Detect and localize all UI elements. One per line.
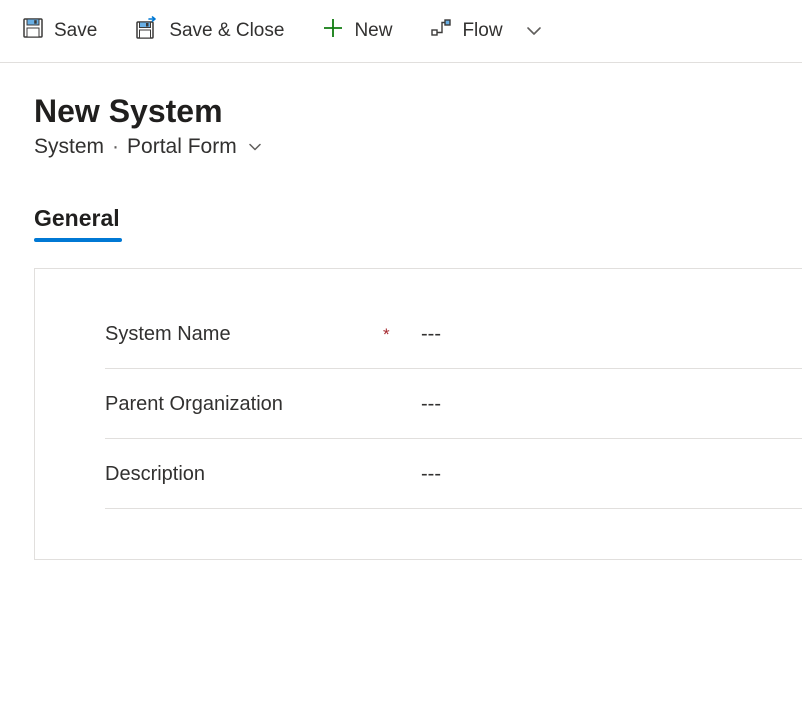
flow-label: Flow	[462, 20, 502, 42]
new-label: New	[354, 20, 392, 42]
tab-bar: General	[0, 167, 802, 242]
form-panel: System Name * --- Parent Organization --…	[34, 268, 802, 560]
save-close-icon	[135, 16, 159, 46]
form-selector[interactable]: System · Portal Form	[34, 135, 768, 159]
save-close-button[interactable]: Save & Close	[135, 16, 284, 46]
new-button[interactable]: New	[322, 17, 392, 45]
label-parent-organization: Parent Organization	[105, 393, 365, 416]
flow-icon	[430, 17, 452, 45]
save-label: Save	[54, 20, 97, 42]
save-close-label: Save & Close	[169, 20, 284, 42]
flow-chevron-icon[interactable]	[525, 22, 543, 40]
command-bar: Save Save & Close New	[0, 0, 802, 63]
plus-icon	[322, 17, 344, 45]
save-button[interactable]: Save	[22, 17, 97, 45]
page-title: New System	[34, 93, 768, 130]
input-description[interactable]: ---	[421, 463, 802, 486]
required-indicator: *	[383, 325, 403, 345]
field-parent-organization: Parent Organization ---	[105, 369, 802, 439]
page-header: New System System · Portal Form	[0, 63, 802, 167]
save-icon	[22, 17, 44, 45]
tab-general[interactable]: General	[34, 205, 120, 242]
field-system-name: System Name * ---	[105, 299, 802, 369]
input-system-name[interactable]: ---	[421, 323, 802, 346]
label-description: Description	[105, 463, 365, 486]
entity-name: System	[34, 135, 104, 159]
separator-dot: ·	[110, 135, 121, 159]
label-system-name: System Name	[105, 323, 365, 346]
field-description: Description ---	[105, 439, 802, 509]
chevron-down-icon	[247, 139, 263, 155]
form-name: Portal Form	[127, 135, 237, 159]
input-parent-organization[interactable]: ---	[421, 393, 802, 416]
flow-button[interactable]: Flow	[430, 17, 502, 45]
